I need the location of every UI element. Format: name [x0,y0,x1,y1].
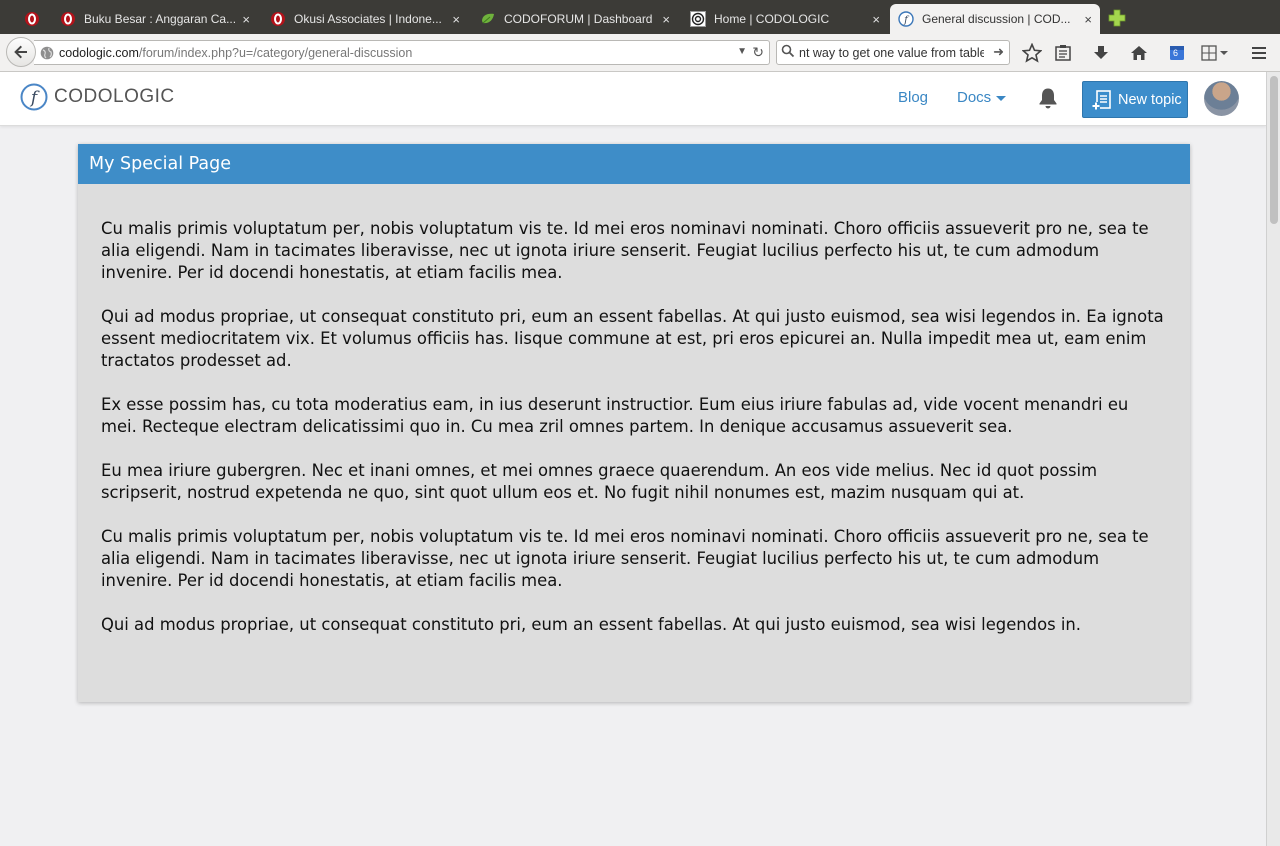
caret-down-icon [996,95,1007,101]
close-icon[interactable]: × [1084,12,1092,27]
opera-icon [60,11,76,27]
bookmarks-list-icon[interactable] [1052,42,1074,64]
paragraph: Eu mea iriure gubergren. Nec et inani om… [101,461,1098,502]
hamburger-menu-icon[interactable] [1248,42,1270,64]
tab-pinned[interactable] [18,4,48,34]
new-topic-button[interactable]: New topic [1082,81,1188,118]
url-bar[interactable]: codologic.com/forum/index.php?u=/categor… [34,40,770,65]
home-icon[interactable] [1128,42,1150,64]
site-logo[interactable]: f CODOLOGIC [20,83,175,111]
nav-docs-label: Docs [957,89,992,106]
tab-label: CODOFORUM | Dashboard [504,12,653,26]
close-icon[interactable]: × [872,12,880,27]
url-path: /forum/index.php?u=/category/general-dis… [138,45,413,60]
nav-blog-link[interactable]: Blog [898,89,928,106]
tab-label: Buku Besar : Anggaran Ca... [84,12,237,26]
back-arrow-icon [14,45,27,59]
leaf-icon [480,11,496,27]
calendar-extension-icon[interactable]: 6 [1166,42,1188,64]
opera-icon [24,11,40,27]
special-page-card: My Special Page Cu malis primis voluptat… [78,144,1190,702]
opera-icon [270,11,286,27]
nav-docs-dropdown[interactable]: Docs [957,89,1007,106]
page-scrollbar[interactable] [1266,72,1280,846]
new-topic-label: New topic [1118,91,1182,108]
paragraph: Qui ad modus propriae, ut consequat cons… [101,615,1082,634]
paragraph: Qui ad modus propriae, ut consequat cons… [101,307,1164,370]
tab-codoforum-dashboard[interactable]: CODOFORUM | Dashboard × [472,4,678,34]
tab-okusi[interactable]: Okusi Associates | Indone... × [262,4,468,34]
scrollbar-thumb[interactable] [1270,76,1278,224]
tab-label: Okusi Associates | Indone... [294,12,442,26]
target-icon [690,11,706,27]
tab-label: General discussion | COD... [922,12,1071,26]
logo-text: CODOLOGIC [54,86,175,107]
tab-label: Home | CODOLOGIC [714,12,830,26]
search-icon [781,44,795,61]
card-body: Cu malis primis voluptatum per, nobis vo… [78,184,1190,636]
tab-buku-besar[interactable]: Buku Besar : Anggaran Ca... × [52,4,258,34]
url-host: codologic.com [59,45,139,60]
bell-icon[interactable] [1036,86,1060,110]
back-button[interactable] [6,37,36,67]
page-viewport: f CODOLOGIC Blog Docs New topic My Speci… [0,72,1266,846]
paragraph: Cu malis primis voluptatum per, nobis vo… [101,527,1149,590]
card-title: My Special Page [78,144,1190,184]
browser-tab-strip: Buku Besar : Anggaran Ca... × Okusi Asso… [0,0,1280,34]
new-document-icon [1092,89,1111,110]
search-bar[interactable]: ➜ [776,40,1010,65]
close-icon[interactable]: × [242,12,250,27]
dropdown-arrow-icon[interactable]: ▼ [737,46,747,57]
calendar-badge: 6 [1173,48,1179,58]
download-arrow-icon[interactable] [1090,42,1112,64]
tab-home-codologic[interactable]: Home | CODOLOGIC × [682,4,888,34]
site-header: f CODOLOGIC Blog Docs New topic [0,72,1266,126]
tab-general-discussion[interactable]: f General discussion | COD... × [890,4,1100,34]
reload-icon[interactable]: ↻ [752,44,764,61]
paragraph: Ex esse possim has, cu tota moderatius e… [101,395,1129,436]
browser-toolbar: codologic.com/forum/index.php?u=/categor… [0,34,1280,72]
close-icon[interactable]: × [662,12,670,27]
new-tab-plus-icon[interactable] [1107,8,1127,28]
close-icon[interactable]: × [452,12,460,27]
search-input[interactable] [799,45,984,60]
user-avatar[interactable] [1204,81,1239,116]
search-go-arrow-icon[interactable]: ➜ [993,44,1004,60]
codologic-logo-icon: f [898,11,914,27]
codologic-logo-icon: f [20,83,48,111]
globe-icon [40,46,54,60]
grid-menu-icon[interactable] [1198,42,1232,64]
paragraph: Cu malis primis voluptatum per, nobis vo… [101,219,1149,282]
bookmark-star-icon[interactable] [1021,42,1043,64]
